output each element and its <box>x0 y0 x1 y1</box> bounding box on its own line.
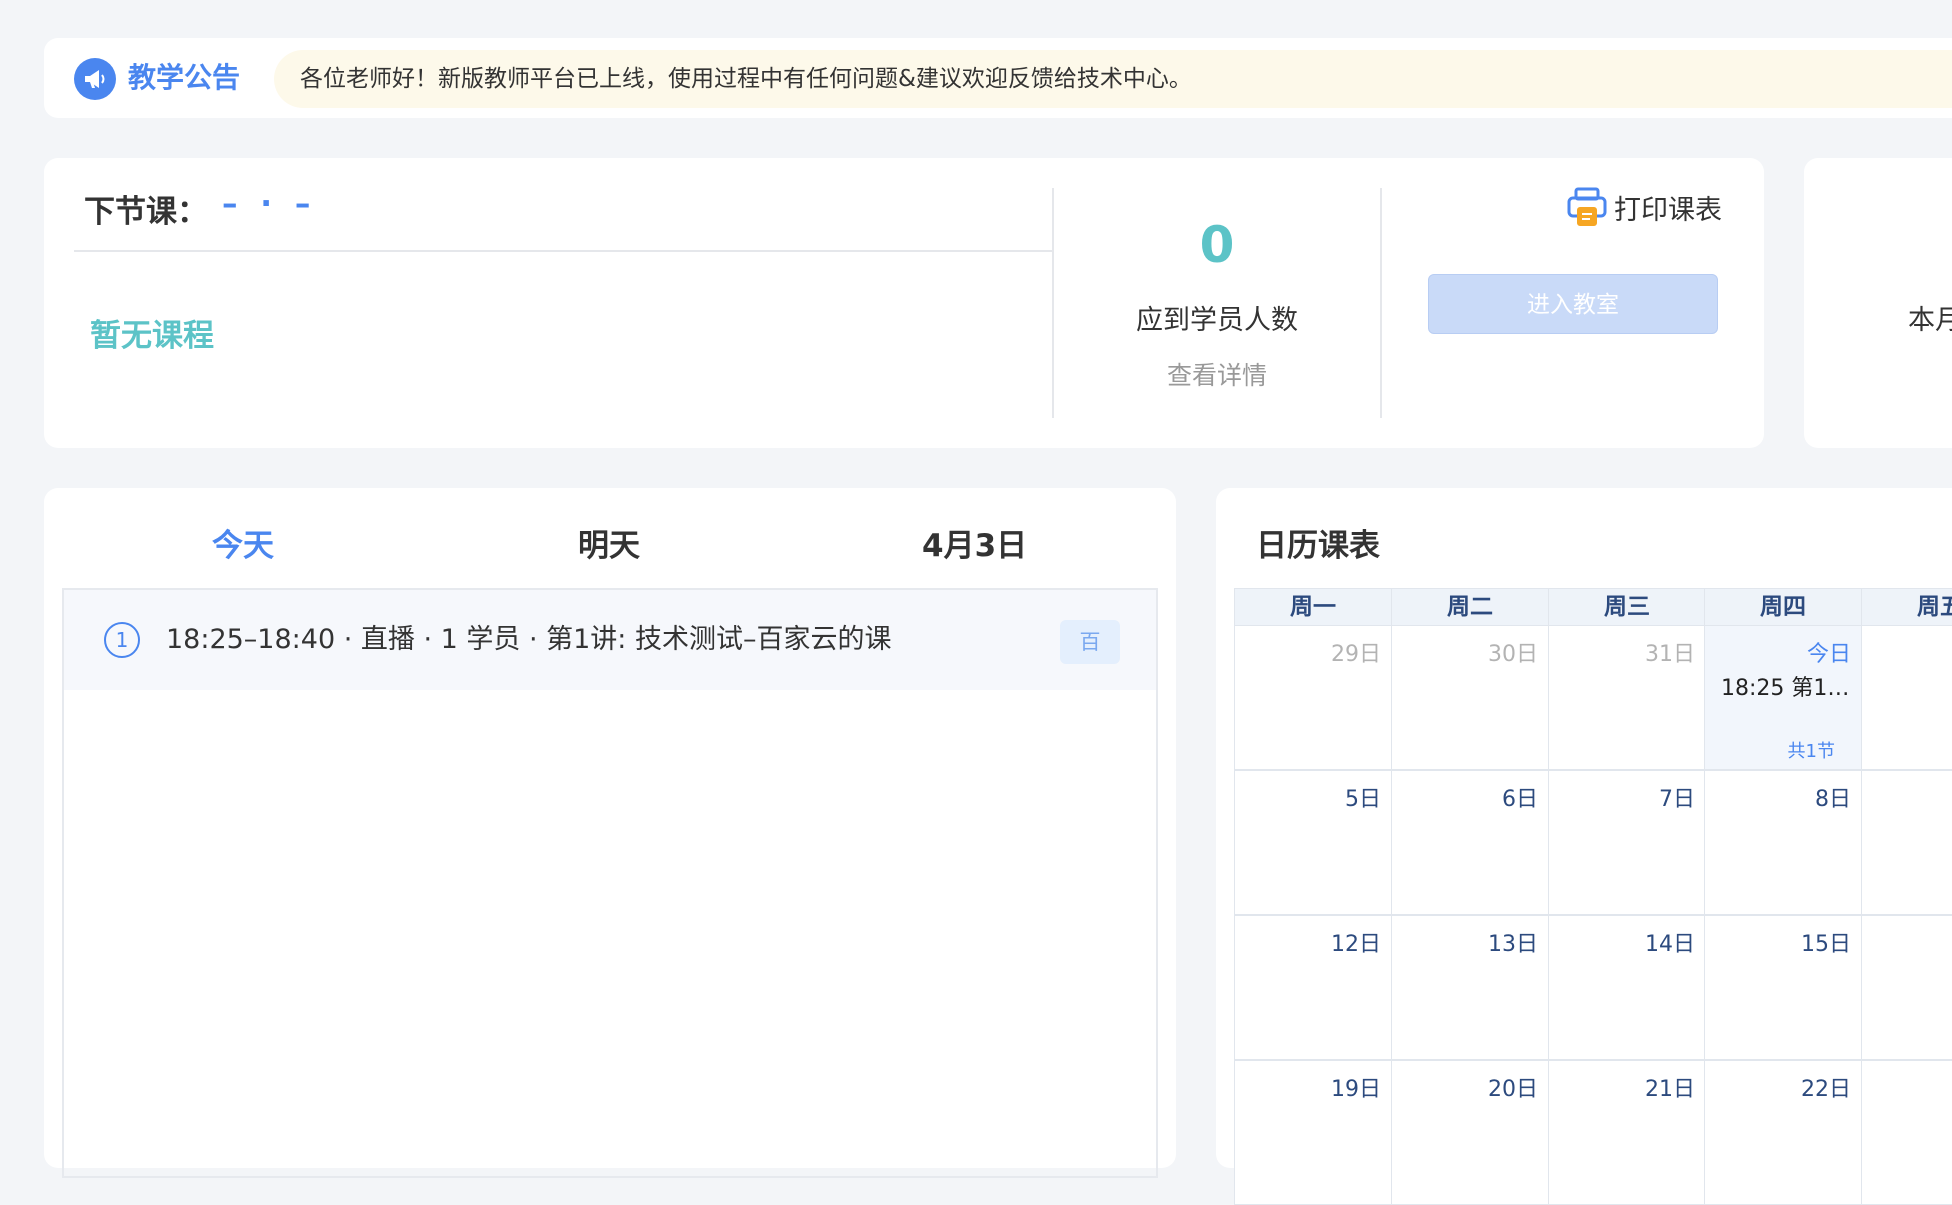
tab-tomorrow[interactable]: 明天 <box>578 520 640 565</box>
next-lesson-time: – · – <box>222 186 317 222</box>
monthly-stats-label: 本月 <box>1908 305 1952 336</box>
no-course-text: 暂无课程 <box>90 318 214 354</box>
calendar-title: 日历课表 <box>1256 528 1380 564</box>
calendar-day[interactable]: 20日 <box>1391 1060 1549 1205</box>
calendar-day[interactable]: 15日 <box>1704 915 1862 1060</box>
weekday-header: 周三 <box>1548 588 1706 626</box>
calendar-day[interactable] <box>1861 915 1952 1060</box>
day-label: 5日 <box>1345 787 1381 812</box>
platform-badge: 百 <box>1060 620 1120 664</box>
notice-bar: 教学公告 各位老师好！新版教师平台已上线，使用过程中有任何问题&建议欢迎反馈给技… <box>44 38 1952 118</box>
weekday-header: 周一 <box>1234 588 1392 626</box>
calendar-day[interactable]: 7日 <box>1548 770 1706 915</box>
list-item[interactable]: 1 18:25–18:40 · 直播 · 1 学员 · 第1讲: 技术测试–百家… <box>64 590 1156 690</box>
item-index: 1 <box>104 622 140 658</box>
calendar-day[interactable]: 13日 <box>1391 915 1549 1060</box>
calendar-day[interactable]: 29日 <box>1234 625 1392 770</box>
day-label: 15日 <box>1801 932 1851 957</box>
day-label: 12日 <box>1331 932 1381 957</box>
day-label: 21日 <box>1645 1077 1695 1102</box>
tab-today[interactable]: 今天 <box>212 520 274 565</box>
calendar-day[interactable]: 8日 <box>1704 770 1862 915</box>
divider <box>74 250 1052 252</box>
next-lesson-label: 下节课： <box>84 194 208 230</box>
calendar-card: 日历课表 周一 周二 周三 周四 周五 29日 30日 31日 今日 18:25 第1… 共1节 5日… <box>1216 488 1952 1205</box>
schedule-card: 今天 明天 4月3日 1 18:25–18:40 · 直播 · 1 学员 · 第… <box>44 488 1176 1178</box>
lesson-total: 共1节 <box>1787 741 1835 762</box>
calendar-day-today[interactable]: 今日 18:25 第1… 共1节 <box>1704 625 1862 770</box>
calendar-day[interactable]: 30日 <box>1391 625 1549 770</box>
day-label: 31日 <box>1645 642 1695 667</box>
divider <box>1380 188 1382 418</box>
day-label: 19日 <box>1331 1077 1381 1102</box>
weekday-header: 周二 <box>1391 588 1549 626</box>
day-label: 30日 <box>1488 642 1538 667</box>
day-label: 14日 <box>1645 932 1695 957</box>
day-label: 29日 <box>1331 642 1381 667</box>
notice-title: 教学公告 <box>128 61 241 94</box>
calendar-day[interactable]: 14日 <box>1548 915 1706 1060</box>
calendar-day[interactable]: 5日 <box>1234 770 1392 915</box>
day-label: 13日 <box>1488 932 1538 957</box>
next-lesson-card: 下节课： – · – 暂无课程 0 应到学员人数 查看详情 打印课表 进入教室 <box>44 158 1764 448</box>
printer-icon <box>1567 187 1607 226</box>
view-details-link[interactable]: 查看详情 <box>1054 356 1380 392</box>
day-label: 20日 <box>1488 1077 1538 1102</box>
weekday-header: 周五 <box>1861 588 1952 626</box>
calendar-day[interactable]: 31日 <box>1548 625 1706 770</box>
tab-date[interactable]: 4月3日 <box>922 520 1027 565</box>
notice-message: 各位老师好！新版教师平台已上线，使用过程中有任何问题&建议欢迎反馈给技术中心。 <box>300 66 1192 92</box>
print-label: 打印课表 <box>1614 195 1722 226</box>
megaphone-icon <box>74 58 116 100</box>
calendar-day[interactable]: 12日 <box>1234 915 1392 1060</box>
calendar-day[interactable] <box>1861 1060 1952 1205</box>
student-count: 0 <box>1199 216 1235 274</box>
calendar-event[interactable]: 18:25 第1… <box>1721 670 1849 702</box>
notice-message-box: 各位老师好！新版教师平台已上线，使用过程中有任何问题&建议欢迎反馈给技术中心。 <box>274 50 1952 108</box>
day-label: 今日 <box>1806 642 1851 667</box>
calendar-day[interactable]: 22日 <box>1704 1060 1862 1205</box>
calendar-day[interactable]: 19日 <box>1234 1060 1392 1205</box>
monthly-stats-card: 本月 <box>1804 158 1952 448</box>
calendar-day[interactable]: 6日 <box>1391 770 1549 915</box>
weekday-header: 周四 <box>1704 588 1862 626</box>
calendar-day[interactable] <box>1861 625 1952 770</box>
day-label: 8日 <box>1815 787 1851 812</box>
day-label: 22日 <box>1801 1077 1851 1102</box>
day-label: 6日 <box>1502 787 1538 812</box>
lesson-list: 1 18:25–18:40 · 直播 · 1 学员 · 第1讲: 技术测试–百家… <box>62 588 1158 1178</box>
enter-classroom-button[interactable]: 进入教室 <box>1428 274 1718 334</box>
calendar-day[interactable] <box>1861 770 1952 915</box>
lesson-info: 18:25–18:40 · 直播 · 1 学员 · 第1讲: 技术测试–百家云的… <box>166 624 892 655</box>
day-label: 7日 <box>1659 787 1695 812</box>
student-count-label: 应到学员人数 <box>1136 305 1298 336</box>
calendar-day[interactable]: 21日 <box>1548 1060 1706 1205</box>
